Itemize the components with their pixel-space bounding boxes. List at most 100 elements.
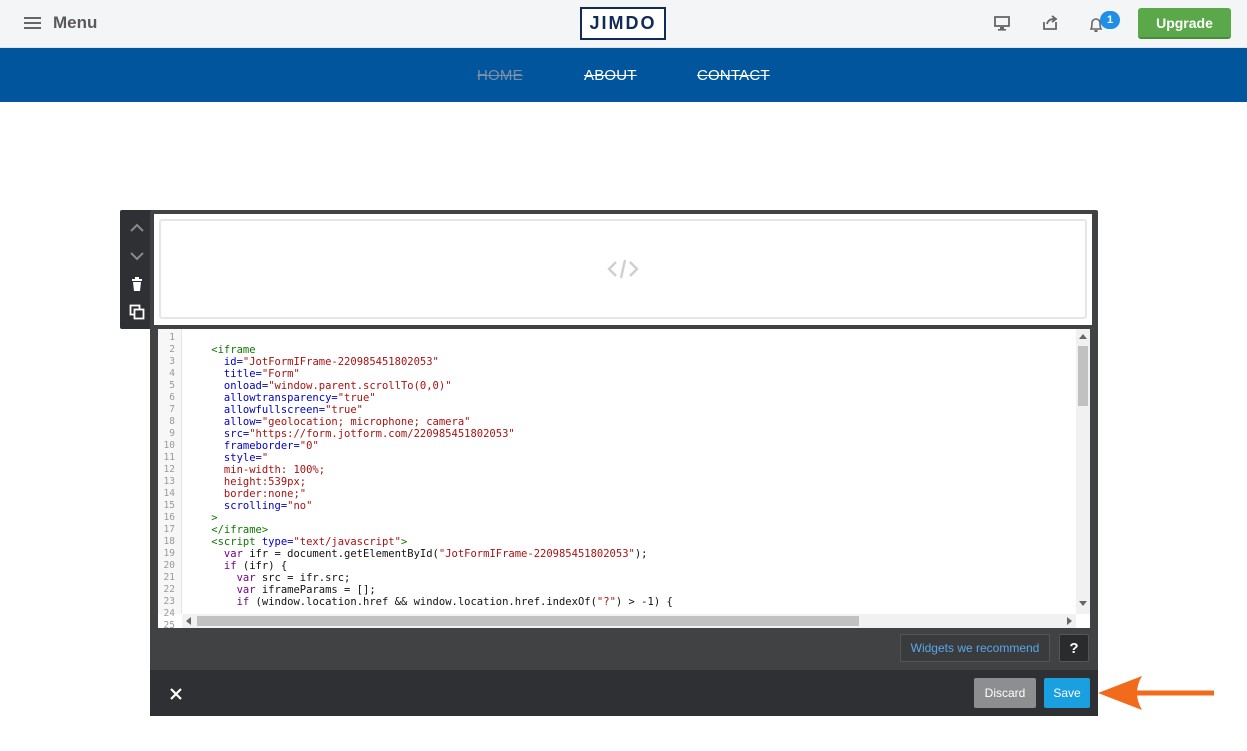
code-token: > xyxy=(186,512,218,524)
site-navigation: HOME ABOUT CONTACT xyxy=(0,48,1247,102)
code-line: title="Form" xyxy=(186,368,1066,380)
code-token: iframeParams = []; xyxy=(261,584,376,596)
line-number: 21 xyxy=(163,572,175,583)
trash-icon[interactable] xyxy=(127,274,147,294)
editor-footer: Discard Save xyxy=(150,670,1098,716)
code-line: var ifr = document.getElementById("JotFo… xyxy=(186,548,1066,560)
code-token: <script xyxy=(186,536,262,548)
line-number: 11 xyxy=(163,452,175,463)
code-line: frameborder="0" xyxy=(186,440,1066,452)
code-token: frameborder= xyxy=(186,440,300,452)
duplicate-icon[interactable] xyxy=(127,302,147,322)
code-token: var xyxy=(186,548,250,560)
notification-badge[interactable]: 1 xyxy=(1100,11,1120,29)
jimdo-logo[interactable]: JIMDO xyxy=(580,7,666,40)
line-number: 8 xyxy=(169,416,175,427)
line-number: 9 xyxy=(169,428,175,439)
code-editor[interactable]: 1 2 3 4 5 6 7 8 9 10 11 12 13 14 15 16 17 18 19 20 21 22 23 24 2… xyxy=(158,329,1090,628)
code-token: > xyxy=(400,536,408,548)
close-icon[interactable] xyxy=(166,684,186,704)
scroll-right-icon[interactable] xyxy=(1067,617,1072,625)
line-number: 15 xyxy=(163,500,175,511)
code-line: allowtransparency="true" xyxy=(186,392,1066,404)
html-widget-editor: 1 2 3 4 5 6 7 8 9 10 11 12 13 14 15 16 17 18 19 20 21 22 23 24 2… xyxy=(150,210,1098,716)
code-line: border:none;" xyxy=(186,488,1066,500)
code-token: border:none;" xyxy=(186,488,307,500)
menu-button[interactable]: Menu xyxy=(24,12,97,34)
code-text[interactable]: <iframe id="JotFormIFrame-22098545180205… xyxy=(186,344,1066,608)
nav-item-home[interactable]: HOME xyxy=(477,67,523,84)
code-token: title= xyxy=(186,368,262,380)
share-icon[interactable] xyxy=(1040,13,1060,33)
horizontal-scrollbar[interactable] xyxy=(182,614,1076,628)
scroll-down-icon[interactable] xyxy=(1079,601,1087,606)
discard-button[interactable]: Discard xyxy=(974,678,1036,708)
line-number: 14 xyxy=(163,488,175,499)
code-token: src = ifr.src; xyxy=(261,572,351,584)
code-token: var xyxy=(186,572,262,584)
vertical-scroll-thumb[interactable] xyxy=(1078,346,1088,406)
code-line: allow="geolocation; microphone; camera" xyxy=(186,416,1066,428)
code-token: " xyxy=(261,452,269,464)
line-number: 19 xyxy=(163,548,175,559)
code-token: "JotFormIFrame-220985451802053" xyxy=(242,356,439,368)
scroll-up-icon[interactable] xyxy=(1079,334,1087,339)
code-line: > xyxy=(186,512,1066,524)
nav-item-about[interactable]: ABOUT xyxy=(584,67,637,84)
line-number: 24 xyxy=(163,608,175,619)
code-line: style=" xyxy=(186,452,1066,464)
code-token: "?" xyxy=(596,596,616,608)
line-number: 4 xyxy=(169,368,175,379)
code-token: "true" xyxy=(337,392,376,404)
code-token: min-width: 100%; xyxy=(186,464,326,476)
desktop-preview-icon[interactable] xyxy=(992,13,1012,33)
line-number: 17 xyxy=(163,524,175,535)
code-icon xyxy=(607,259,639,279)
code-token: scrolling= xyxy=(186,500,288,512)
code-line: min-width: 100%; xyxy=(186,464,1066,476)
line-number: 7 xyxy=(169,404,175,415)
code-token: "JotFormIFrame-220985451802053" xyxy=(438,548,635,560)
line-number-gutter: 1 2 3 4 5 6 7 8 9 10 11 12 13 14 15 16 17 18 19 20 21 22 23 24 2… xyxy=(158,329,182,628)
line-number: 16 xyxy=(163,512,175,523)
upgrade-button[interactable]: Upgrade xyxy=(1138,8,1231,39)
vertical-scrollbar[interactable] xyxy=(1076,329,1090,614)
menu-label: Menu xyxy=(53,13,98,32)
widget-preview-frame xyxy=(159,219,1087,319)
help-button[interactable]: ? xyxy=(1059,634,1089,662)
chevron-down-icon[interactable] xyxy=(127,246,147,266)
code-token: allow= xyxy=(186,416,262,428)
code-token: (window.location.href && window.location… xyxy=(255,596,597,608)
top-bar: Menu JIMDO 1 Upgrade xyxy=(0,0,1247,48)
line-number: 3 xyxy=(169,356,175,367)
code-token: "true" xyxy=(325,404,364,416)
widgets-we-recommend-button[interactable]: Widgets we recommend xyxy=(900,634,1050,662)
code-line: <iframe xyxy=(186,344,1066,356)
code-token: (ifr) { xyxy=(242,560,288,572)
code-line: onload="window.parent.scrollTo(0,0)" xyxy=(186,380,1066,392)
code-token: "0" xyxy=(299,440,319,452)
code-line: <script type="text/javascript"> xyxy=(186,536,1066,548)
code-token: ) > -1) { xyxy=(615,596,673,608)
code-token: if xyxy=(186,560,243,572)
horizontal-scroll-thumb[interactable] xyxy=(197,616,859,626)
code-token: onload= xyxy=(186,380,269,392)
scroll-left-icon[interactable] xyxy=(186,617,191,625)
code-line: </iframe> xyxy=(186,524,1066,536)
code-token: style= xyxy=(186,452,262,464)
code-token: "geolocation; microphone; camera" xyxy=(261,416,471,428)
line-number: 10 xyxy=(163,440,175,451)
nav-item-contact[interactable]: CONTACT xyxy=(697,67,770,84)
code-line: allowfullscreen="true" xyxy=(186,404,1066,416)
save-button[interactable]: Save xyxy=(1044,678,1090,708)
block-side-toolbar xyxy=(120,210,154,329)
chevron-up-icon[interactable] xyxy=(127,218,147,238)
code-token: <iframe xyxy=(186,344,256,356)
code-line: id="JotFormIFrame-220985451802053" xyxy=(186,356,1066,368)
code-token: src= xyxy=(186,428,250,440)
annotation-arrow-icon xyxy=(1098,676,1214,710)
line-number: 12 xyxy=(163,464,175,475)
code-token: type= xyxy=(261,536,294,548)
code-token: "https://form.jotform.com/22098545180205… xyxy=(249,428,515,440)
code-token: var xyxy=(186,584,262,596)
